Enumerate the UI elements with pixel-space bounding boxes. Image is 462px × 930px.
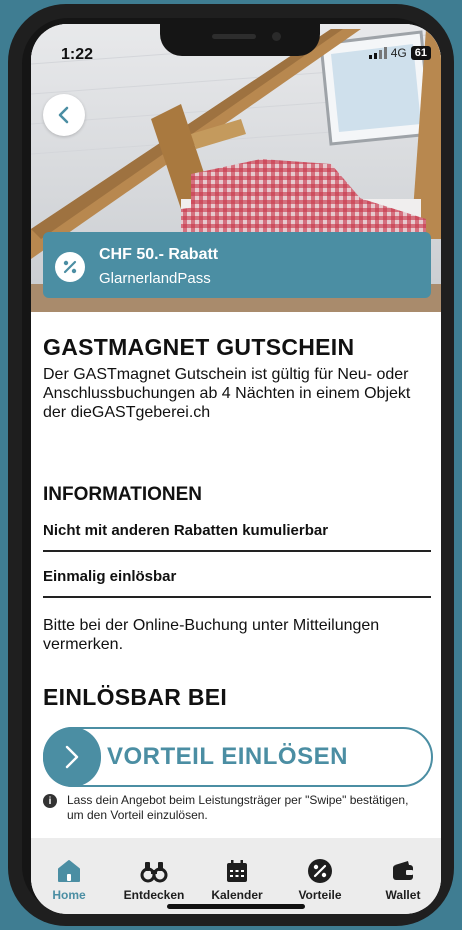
- tab-kalender[interactable]: Kalender: [197, 858, 277, 902]
- divider: [43, 550, 431, 552]
- redeem-hint: Lass dein Angebot beim Leistungsträger p…: [67, 793, 409, 822]
- offer-title: GASTMAGNET GUTSCHEIN: [43, 334, 355, 360]
- battery-icon: 61: [410, 46, 431, 60]
- chevron-left-icon: [58, 106, 69, 124]
- info-icon: i: [43, 794, 57, 808]
- information-heading: INFORMATIONEN: [43, 484, 203, 505]
- network-label: 4G: [390, 46, 407, 60]
- percent-icon: [55, 252, 85, 282]
- redeem-label: VORTEIL EINLÖSEN: [107, 743, 348, 770]
- information-item: Nicht mit anderen Rabatten kumulierbar: [43, 522, 329, 539]
- chevron-right-icon: [65, 745, 79, 769]
- status-icons: 4G 61: [368, 46, 431, 60]
- tab-bar: Home Entdecken Kalender Vorteile Wallet: [31, 838, 441, 914]
- home-indicator: [167, 904, 305, 909]
- tab-label: Entdecken: [123, 888, 185, 902]
- binoculars-icon: [140, 862, 168, 883]
- discount-banner: CHF 50.- Rabatt GlarnerlandPass: [43, 232, 431, 298]
- back-button[interactable]: [43, 94, 85, 136]
- percent-icon: [308, 859, 332, 883]
- tab-wallet[interactable]: Wallet: [363, 858, 441, 902]
- tab-vorteile[interactable]: Vorteile: [280, 858, 360, 902]
- tab-label: Vorteile: [298, 888, 342, 902]
- divider: [43, 596, 431, 598]
- app-screen: 1:22 4G 61 CHF 50.- Rabatt GlarnerlandPa…: [31, 24, 441, 914]
- status-time: 1:22: [61, 46, 94, 63]
- offer-description: Der GASTmagnet Gutschein ist gültig für …: [43, 366, 411, 421]
- device-notch: [160, 24, 320, 56]
- tab-entdecken[interactable]: Entdecken: [114, 858, 194, 902]
- tab-label: Home: [52, 888, 86, 902]
- redeem-swipe-button[interactable]: VORTEIL EINLÖSEN: [43, 727, 433, 787]
- tab-label: Kalender: [211, 888, 263, 902]
- wallet-icon: [393, 861, 413, 880]
- hero-image: 1:22 4G 61 CHF 50.- Rabatt GlarnerlandPa…: [31, 24, 441, 312]
- information-item: Einmalig einlösbar: [43, 568, 177, 585]
- signal-icon: [368, 47, 387, 59]
- tab-home[interactable]: Home: [31, 858, 109, 902]
- swipe-handle[interactable]: [43, 727, 101, 787]
- home-icon: [58, 860, 80, 882]
- tab-label: Wallet: [385, 888, 421, 902]
- information-note: Bitte bei der Online-Buchung unter Mitte…: [43, 617, 380, 653]
- offer-section: GASTMAGNET GUTSCHEIN Der GASTmagnet Guts…: [43, 334, 433, 422]
- discount-partner: GlarnerlandPass: [99, 270, 211, 287]
- redeem-heading: EINLÖSBAR BEI: [43, 684, 228, 710]
- calendar-icon: [227, 860, 247, 882]
- discount-title: CHF 50.- Rabatt: [99, 246, 219, 263]
